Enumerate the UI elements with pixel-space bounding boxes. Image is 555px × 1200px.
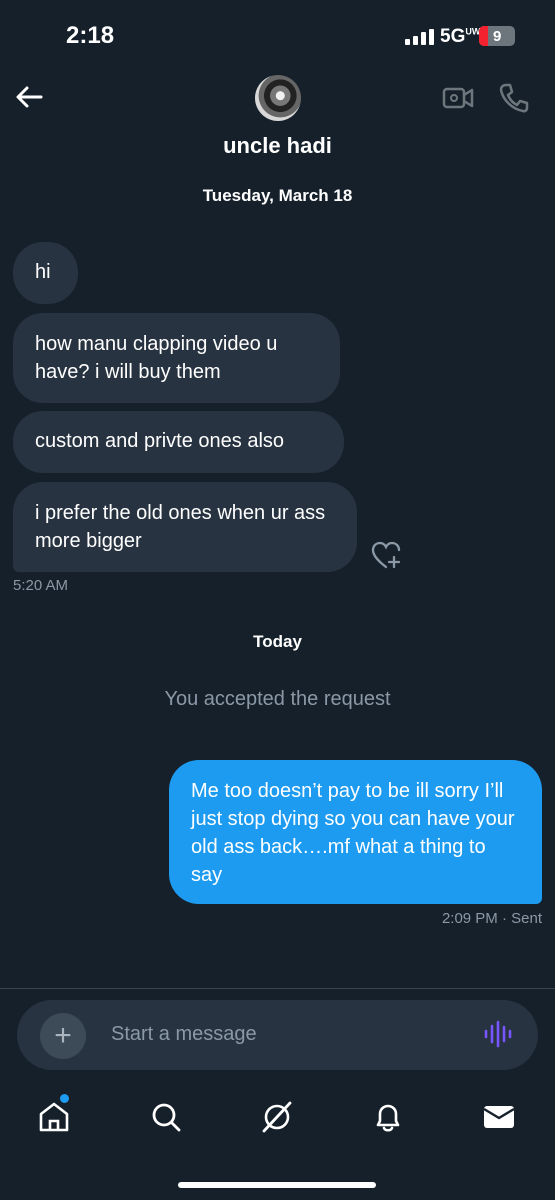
message-composer[interactable]	[17, 1000, 538, 1070]
notification-dot	[60, 1094, 69, 1103]
battery-icon: 9	[479, 26, 515, 46]
messages-icon[interactable]	[481, 1099, 517, 1135]
status-time: 2:18	[66, 22, 115, 49]
grok-icon[interactable]	[259, 1099, 295, 1135]
incoming-message[interactable]: custom and privte ones also	[13, 411, 344, 473]
message-input[interactable]: Start a message	[111, 1023, 257, 1046]
incoming-message[interactable]: how manu clapping video u have? i will b…	[13, 313, 340, 403]
phone-call-icon[interactable]	[498, 82, 530, 114]
outgoing-message[interactable]: Me too doesn’t pay to be ill sorry I’ll …	[169, 760, 542, 904]
date-separator: Today	[253, 632, 302, 651]
home-icon[interactable]	[36, 1099, 72, 1135]
system-notice: You accepted the request	[164, 688, 391, 710]
contact-avatar[interactable]	[255, 75, 301, 121]
battery-level: 9	[493, 27, 502, 45]
divider	[0, 988, 555, 989]
message-status: 2:09 PM · Sent	[441, 910, 542, 927]
add-media-button[interactable]: +	[40, 1013, 86, 1059]
voice-message-icon[interactable]	[482, 1018, 514, 1050]
react-heart-icon[interactable]	[370, 540, 402, 570]
date-separator: Tuesday, March 18	[202, 186, 353, 205]
contact-name[interactable]: uncle hadi	[0, 133, 555, 159]
plus-icon: +	[54, 1019, 72, 1052]
incoming-message[interactable]: hi	[13, 242, 78, 304]
incoming-message[interactable]: i prefer the old ones when ur ass more b…	[13, 482, 357, 572]
home-indicator	[178, 1182, 376, 1188]
network-label: 5GUW	[440, 26, 481, 47]
back-arrow-icon[interactable]	[14, 82, 44, 112]
message-timestamp: 5:20 AM	[13, 577, 69, 594]
notifications-icon[interactable]	[370, 1099, 406, 1135]
signal-icon	[405, 29, 434, 45]
search-icon[interactable]	[148, 1099, 184, 1135]
video-call-icon[interactable]	[442, 84, 474, 112]
